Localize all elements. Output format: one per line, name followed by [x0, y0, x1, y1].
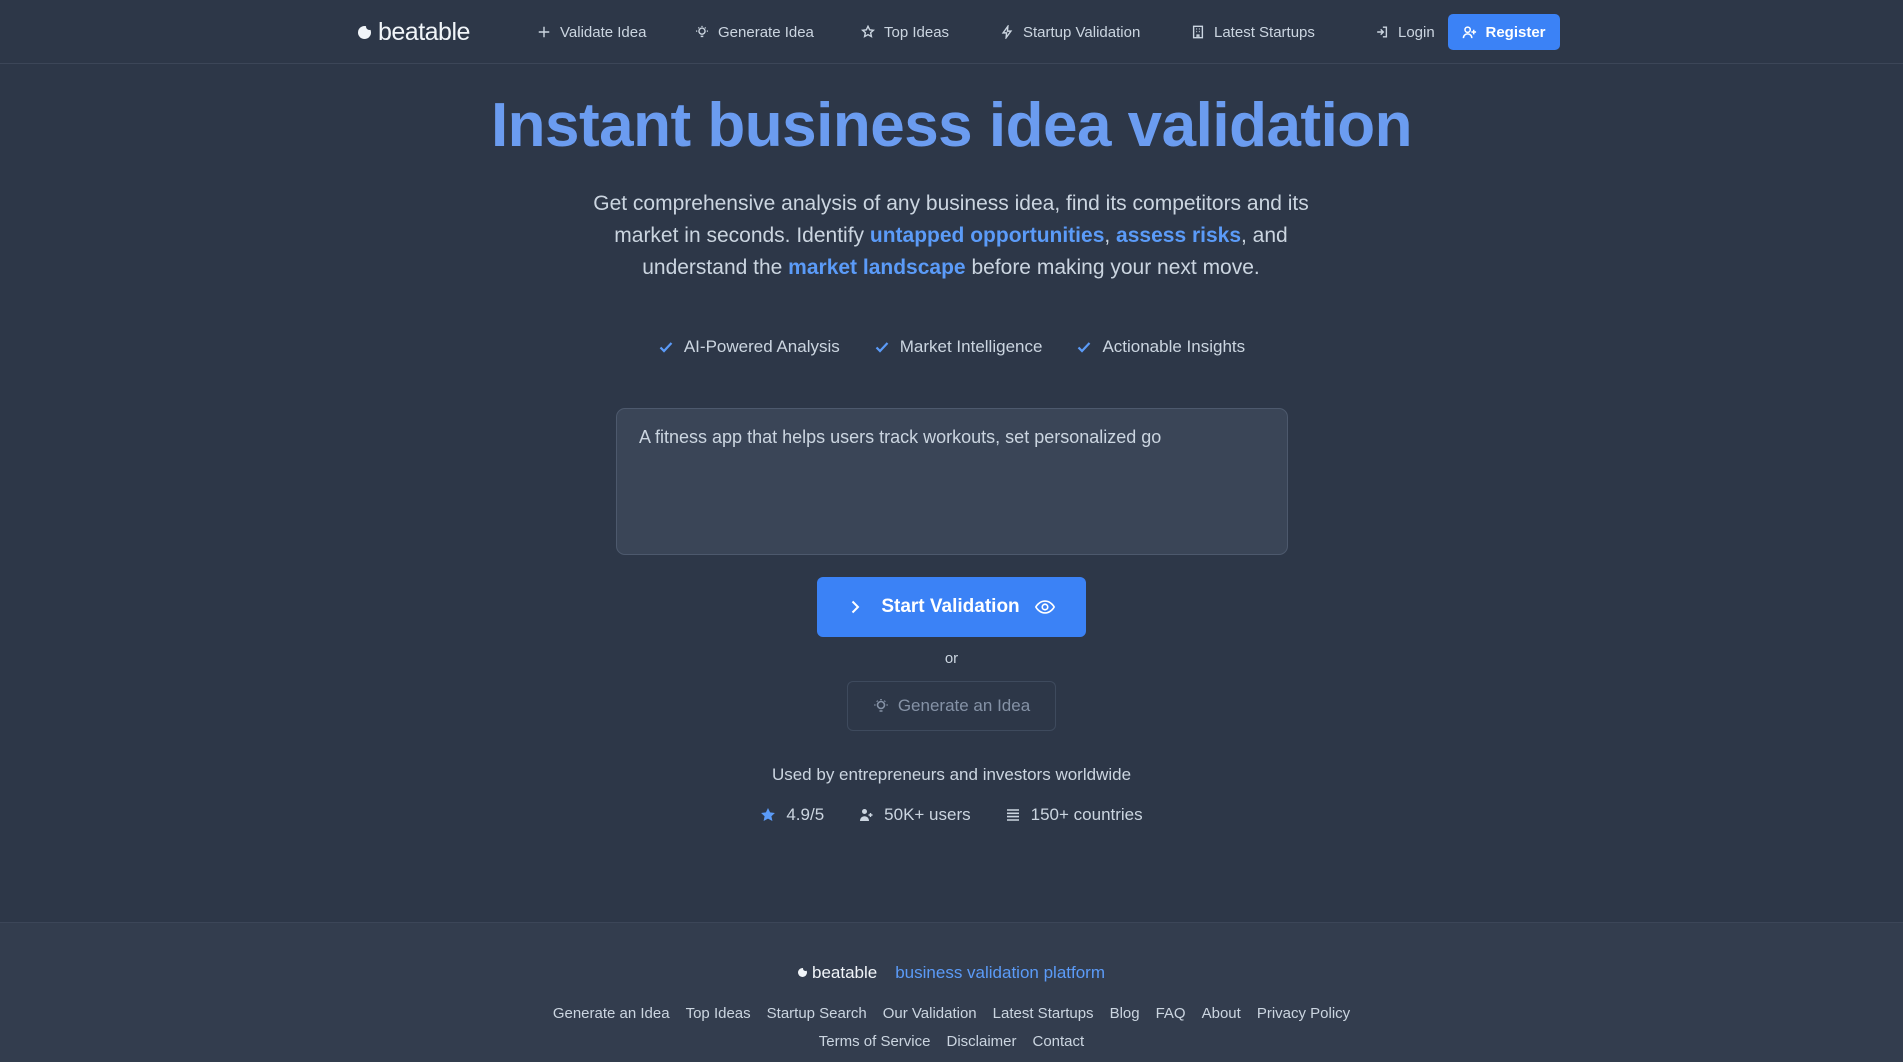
- footer-tagline: business validation platform: [895, 963, 1105, 982]
- generate-idea-button[interactable]: Generate an Idea: [847, 681, 1056, 731]
- chevron-right-icon: [852, 600, 860, 614]
- plus-icon: [538, 26, 550, 38]
- building-icon: [1192, 25, 1204, 39]
- footer-link-terms[interactable]: Terms of Service: [819, 1033, 931, 1050]
- nav-item-label: Startup Validation: [1023, 23, 1141, 41]
- stat-countries: 150+ countries: [1005, 803, 1143, 827]
- check-icon: [875, 342, 889, 353]
- stat-users-value: 50K+ users: [884, 805, 971, 824]
- footer-link-faq[interactable]: FAQ: [1156, 1005, 1186, 1022]
- feature-label: AI-Powered Analysis: [683, 337, 840, 356]
- start-validation-label: Start Validation: [881, 596, 1020, 617]
- list-icon: [1006, 809, 1019, 821]
- check-icon: [1078, 342, 1091, 353]
- footer-link-disclaimer[interactable]: Disclaimer: [946, 1033, 1016, 1050]
- nav-item-latest-startups[interactable]: Latest Startups: [1191, 20, 1315, 44]
- hero-subtitle-text: before making your next move.: [965, 256, 1260, 279]
- feature-item: Market Intelligence: [874, 334, 1043, 360]
- stat-rating: 4.9/5: [760, 803, 824, 827]
- stats-row: 4.9/5 50K+ users 150+ countries: [0, 803, 1903, 827]
- highlight-untapped-opportunities: untapped opportunities: [869, 224, 1105, 247]
- nav-item-validate-idea[interactable]: Validate Idea: [537, 20, 646, 44]
- footer-link-our-validation[interactable]: Our Validation: [883, 1005, 977, 1022]
- user-icon: [860, 809, 873, 821]
- feature-label: Market Intelligence: [899, 337, 1043, 356]
- top-nav: beatable Validate Idea Generate Idea Top…: [0, 0, 1903, 64]
- check-icon: [659, 342, 673, 353]
- feature-item: Actionable Insights: [1076, 334, 1245, 360]
- footer: beatable business validation platform Ge…: [0, 922, 1903, 1062]
- highlight-assess-risks: assess risks: [1116, 224, 1242, 247]
- footer-link-about[interactable]: About: [1202, 1005, 1241, 1022]
- star-filled-icon: [761, 808, 776, 821]
- generate-idea-label: Generate an Idea: [897, 696, 1031, 715]
- social-proof-text: Used by entrepreneurs and investors worl…: [771, 765, 1132, 784]
- nav-item-label: Validate Idea: [560, 23, 647, 41]
- footer-link-blog[interactable]: Blog: [1110, 1005, 1140, 1022]
- hero-subtitle: Get comprehensive analysis of any busine…: [576, 188, 1326, 284]
- nav-item-startup-validation[interactable]: Startup Validation: [1000, 20, 1140, 44]
- login-link[interactable]: Login: [1375, 20, 1435, 44]
- stat-users: 50K+ users: [858, 803, 971, 827]
- footer-link-top-ideas[interactable]: Top Ideas: [686, 1005, 751, 1022]
- footer-link-contact[interactable]: Contact: [1033, 1033, 1085, 1050]
- footer-brand: beatable business validation platform: [0, 963, 1903, 983]
- stat-rating-value: 4.9/5: [786, 805, 825, 824]
- footer-links-row1: Generate an Idea Top Ideas Startup Searc…: [0, 1005, 1903, 1022]
- nav-item-generate-idea[interactable]: Generate Idea: [695, 20, 814, 44]
- brand-logo[interactable]: beatable: [358, 18, 470, 46]
- stat-countries-value: 150+ countries: [1030, 805, 1143, 824]
- nav-item-top-ideas[interactable]: Top Ideas: [861, 20, 949, 44]
- idea-input[interactable]: A fitness app that helps users track wor…: [616, 408, 1288, 555]
- footer-link-latest-startups[interactable]: Latest Startups: [993, 1005, 1094, 1022]
- hero-subtitle-text: ,: [1104, 224, 1117, 247]
- footer-links-row2: Terms of Service Disclaimer Contact: [0, 1033, 1903, 1050]
- highlight-market-landscape: market landscape: [788, 256, 966, 279]
- start-validation-button[interactable]: Start Validation: [817, 577, 1086, 637]
- feature-item: AI-Powered Analysis: [658, 334, 840, 360]
- logo-mark-icon: [358, 23, 373, 39]
- brand-name: beatable: [378, 17, 470, 46]
- nav-item-label: Latest Startups: [1214, 23, 1315, 41]
- footer-link-generate-idea[interactable]: Generate an Idea: [553, 1005, 670, 1022]
- page-title: Instant business idea validation: [490, 91, 1413, 160]
- nav-item-label: Top Ideas: [884, 23, 950, 41]
- eye-icon: [1034, 600, 1055, 614]
- register-label: Register: [1485, 23, 1546, 41]
- footer-brand-name: beatable: [811, 963, 878, 982]
- footer-link-startup-search[interactable]: Startup Search: [767, 1005, 867, 1022]
- user-plus-icon: [1463, 25, 1477, 38]
- feature-list: AI-Powered Analysis Market Intelligence …: [0, 334, 1903, 360]
- lightbulb-icon: [874, 699, 888, 712]
- login-label: Login: [1398, 23, 1435, 41]
- or-divider: or: [944, 650, 959, 667]
- lightbulb-icon: [696, 25, 708, 38]
- register-button[interactable]: Register: [1448, 14, 1560, 50]
- star-icon: [861, 25, 875, 38]
- logo-mark-icon: [797, 966, 808, 978]
- bolt-icon: [1001, 25, 1013, 39]
- footer-logo[interactable]: beatable: [797, 963, 878, 983]
- footer-link-privacy-policy[interactable]: Privacy Policy: [1257, 1005, 1350, 1022]
- nav-item-label: Generate Idea: [718, 23, 814, 41]
- login-icon: [1377, 26, 1388, 38]
- feature-label: Actionable Insights: [1102, 337, 1246, 356]
